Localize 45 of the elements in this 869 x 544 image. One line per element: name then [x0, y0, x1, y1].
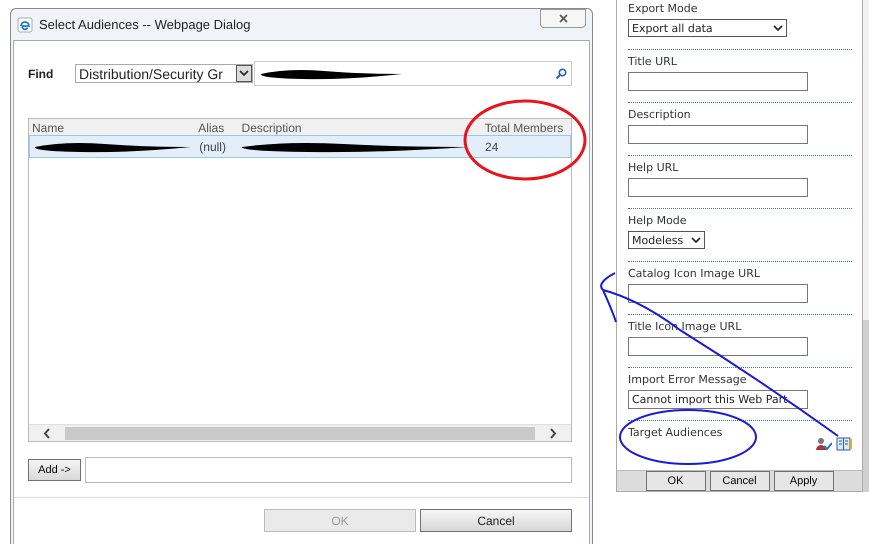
ok-button[interactable]: OK [646, 471, 706, 491]
chevron-right-icon [549, 428, 557, 438]
result-row[interactable]: (null) 24 [29, 135, 571, 158]
column-header: Total Members [484, 121, 564, 135]
caret-icon [691, 236, 701, 244]
search-icon [555, 68, 567, 80]
type-dropdown[interactable]: Distribution/Security Gr [75, 64, 253, 83]
find-label: Find [28, 66, 54, 80]
dropdown[interactable]: Modeless [628, 231, 705, 249]
people-check-icon[interactable] [816, 437, 832, 451]
cancel-button[interactable]: Cancel [420, 509, 572, 532]
property-label: Export Mode [628, 1, 698, 16]
table-cell-text: 24 [484, 140, 500, 154]
close-button[interactable] [540, 9, 586, 28]
column-header: Alias [197, 121, 226, 135]
table-cell-text: (null) [198, 140, 227, 154]
property-label: Help Mode [628, 213, 688, 228]
property-label: Help URL [628, 160, 680, 175]
scrollbar-thumb[interactable] [863, 320, 869, 492]
scrollbar-thumb[interactable] [65, 426, 535, 440]
chevron-left-icon [43, 428, 51, 438]
selected-audiences-field[interactable] [85, 457, 572, 483]
text-field[interactable] [628, 178, 808, 197]
property-label: Description [628, 107, 692, 122]
column-header: Description [240, 121, 303, 135]
dropdown[interactable]: Export all data [628, 19, 787, 37]
add-button[interactable]: Add -> [28, 459, 81, 481]
text-field[interactable] [628, 337, 808, 356]
cancel-button[interactable]: Cancel [710, 471, 770, 491]
browser-icon [17, 16, 33, 32]
text-field[interactable] [628, 125, 808, 144]
search-field[interactable] [254, 61, 572, 86]
address-book-icon[interactable] [836, 437, 852, 451]
property-label: Title URL [628, 54, 678, 69]
text-field[interactable] [628, 72, 808, 91]
property-label: Target Audiences [628, 425, 724, 440]
property-label: Catalog Icon Image URL [628, 266, 761, 281]
caret-icon [773, 24, 783, 32]
caret-icon [239, 70, 249, 77]
property-label: Import Error Message [628, 372, 748, 387]
column-header: Name [31, 121, 66, 135]
close-icon [558, 14, 568, 23]
text-field[interactable] [628, 284, 808, 303]
window-title: Select Audiences -- Webpage Dialog [39, 17, 252, 32]
apply-button[interactable]: Apply [774, 471, 834, 491]
